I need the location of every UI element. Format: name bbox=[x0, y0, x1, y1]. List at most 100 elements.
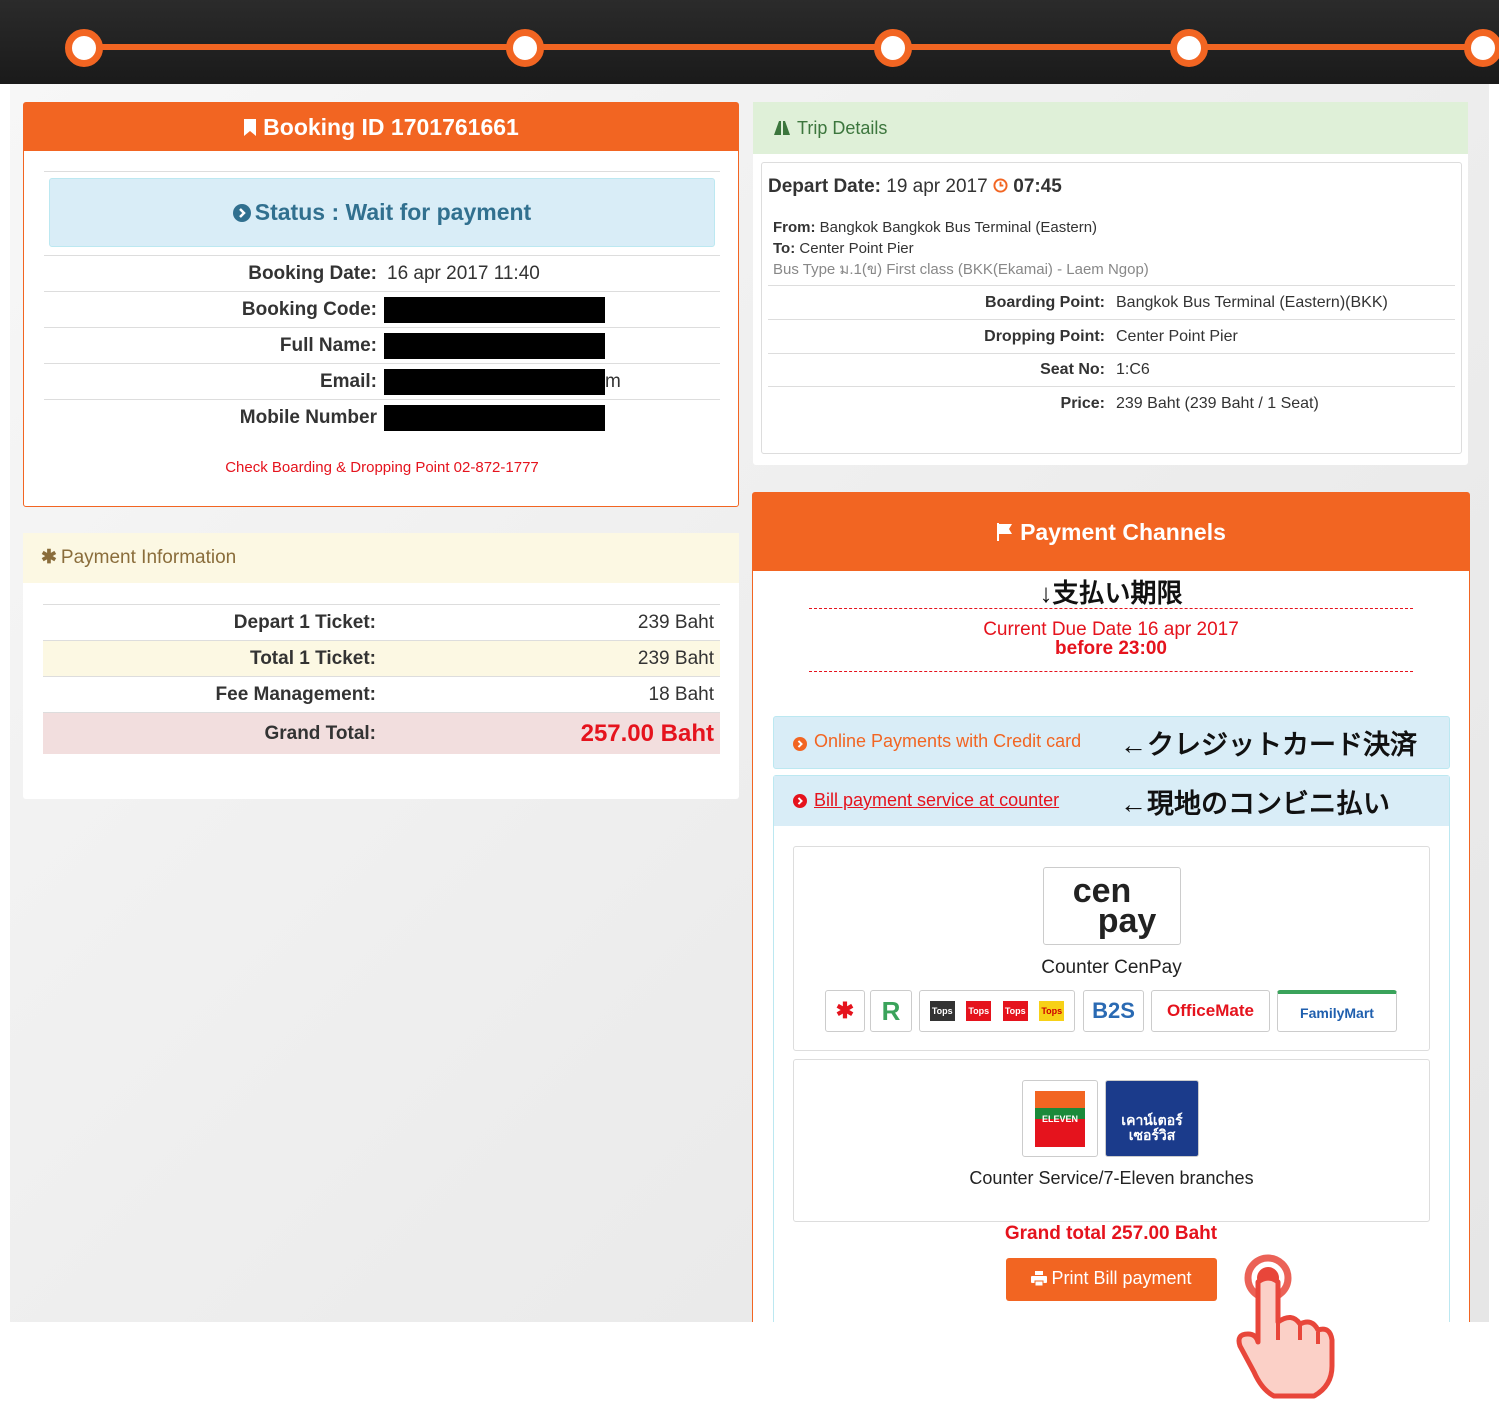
email-value-tail: m bbox=[605, 370, 621, 392]
bill-payment-link[interactable]: Bill payment service at counter bbox=[814, 790, 1059, 811]
hand-pointer-icon bbox=[1236, 1254, 1335, 1399]
payment-info-header: ✱ Payment Information bbox=[23, 533, 739, 583]
progress-step-5 bbox=[1464, 29, 1499, 67]
to-line: To: Center Point Pier bbox=[773, 238, 1149, 259]
robinson-logo: R bbox=[870, 990, 912, 1032]
online-payment-option[interactable]: Online Payments with Credit card ←クレジットカ… bbox=[773, 716, 1450, 769]
chevron-right-circle-icon bbox=[232, 204, 251, 222]
progress-line bbox=[84, 44, 1484, 50]
email-redacted bbox=[384, 368, 605, 395]
price-row: Price: 239 Baht (239 Baht / 1 Seat) bbox=[768, 386, 1455, 420]
fee-row: Fee Management: 18 Baht bbox=[43, 676, 720, 712]
print-bill-label: Print Bill payment bbox=[1051, 1268, 1192, 1288]
booking-date-value: 16 apr 2017 11:40 bbox=[387, 262, 540, 284]
bill-payment-option[interactable]: Bill payment service at counter ←現地のコンビニ… bbox=[774, 776, 1449, 826]
from-line: From: Bangkok Bangkok Bus Terminal (East… bbox=[773, 217, 1149, 238]
depart-date-label: Depart Date: bbox=[768, 176, 881, 197]
mobile-row: Mobile Number bbox=[44, 399, 720, 435]
payment-info-panel: ✱ Payment Information Depart 1 Ticket: 23… bbox=[23, 533, 739, 799]
bus-type: Bus Type ม.1(ข) First class (BKK(Ekamai)… bbox=[773, 261, 1149, 278]
dropping-point-row: Dropping Point: Center Point Pier bbox=[768, 319, 1455, 353]
familymart-logo: FamilyMart bbox=[1277, 990, 1397, 1032]
depart-ticket-label: Depart 1 Ticket: bbox=[233, 611, 376, 633]
email-label: Email: bbox=[319, 370, 377, 392]
status-text: Status : Wait for payment bbox=[254, 199, 532, 225]
progress-step-1 bbox=[65, 29, 103, 67]
depart-date-line: Depart Date: 19 apr 2017 07:45 bbox=[768, 176, 1062, 198]
officemate-logo: OfficeMate bbox=[1151, 990, 1270, 1032]
booking-code-redacted bbox=[384, 296, 605, 323]
depart-ticket-value: 239 Baht bbox=[637, 611, 714, 633]
booking-panel: Booking ID 1701761661 Status : Wait for … bbox=[23, 102, 739, 507]
grand-total-row: Grand Total: 257.00 Baht bbox=[43, 712, 720, 754]
seven-eleven-logo: ELEVEN bbox=[1022, 1080, 1098, 1157]
cenpay-caption: Counter CenPay bbox=[1041, 957, 1182, 978]
tops-logo-1: Tops bbox=[929, 1001, 955, 1021]
booking-code-row: Booking Code: bbox=[44, 291, 720, 327]
payment-info-title: Payment Information bbox=[60, 547, 237, 568]
asterisk-icon: ✱ bbox=[41, 547, 57, 568]
dropping-point-value: Center Point Pier bbox=[1116, 327, 1238, 345]
boarding-check-note: Check Boarding & Dropping Point 02-872-1… bbox=[225, 459, 539, 476]
mobile-label: Mobile Number bbox=[239, 406, 377, 428]
due-date-text: Current Due Date 16 apr 2017 bbox=[983, 619, 1239, 640]
progress-step-3 bbox=[874, 29, 912, 67]
tops-logo-4: Tops bbox=[1039, 1001, 1065, 1021]
trip-details-title: Trip Details bbox=[797, 118, 888, 138]
boarding-point-row: Boarding Point: Bangkok Bus Terminal (Ea… bbox=[768, 285, 1455, 319]
cenpay-logo: cen pay bbox=[1043, 867, 1181, 945]
seven-eleven-mark: ELEVEN bbox=[1035, 1090, 1085, 1147]
fee-value: 18 Baht bbox=[648, 683, 715, 705]
depart-date-value: 19 apr 2017 bbox=[886, 176, 988, 197]
booking-code-label: Booking Code: bbox=[241, 298, 377, 320]
payment-channels-title: Payment Channels bbox=[1020, 519, 1226, 545]
dropping-point-label: Dropping Point: bbox=[984, 327, 1105, 345]
total-ticket-row: Total 1 Ticket: 239 Baht bbox=[43, 640, 720, 676]
full-name-row: Full Name: bbox=[44, 327, 720, 363]
full-name-redacted bbox=[384, 332, 605, 359]
booking-header: Booking ID 1701761661 bbox=[24, 103, 738, 151]
flag-icon bbox=[997, 523, 1013, 541]
cenpay-box[interactable]: cen pay Counter CenPay ✱ R Tops Tops Top… bbox=[793, 846, 1430, 1051]
boarding-point-label: Boarding Point: bbox=[985, 293, 1105, 311]
trip-details-panel: Trip Details Depart Date: 19 apr 2017 07… bbox=[753, 102, 1468, 465]
print-bill-button[interactable]: Print Bill payment bbox=[1006, 1258, 1217, 1301]
depart-time-value: 07:45 bbox=[1013, 176, 1062, 197]
total-ticket-value: 239 Baht bbox=[637, 647, 714, 669]
tops-logo-3: Tops bbox=[1002, 1001, 1028, 1021]
due-time-text: before 23:00 bbox=[1055, 638, 1167, 659]
central-logo: ✱ bbox=[825, 990, 865, 1032]
progress-step-2 bbox=[506, 29, 544, 67]
to-label: To: bbox=[773, 240, 796, 257]
cenpay-logo-bottom: pay bbox=[1097, 902, 1157, 940]
tops-logo-2: Tops bbox=[966, 1001, 992, 1021]
price-label: Price: bbox=[1060, 394, 1105, 412]
payment-channels-panel: Payment Channels ↓支払い期限 Current Due Date… bbox=[752, 492, 1470, 1335]
seat-row: Seat No: 1:C6 bbox=[768, 353, 1455, 386]
counter-service-box[interactable]: ELEVEN เคาน์เตอร์ เซอร์วิส Counter Servi… bbox=[793, 1059, 1430, 1222]
status-box: Status : Wait for payment bbox=[49, 178, 715, 247]
clock-icon bbox=[993, 178, 1008, 193]
from-label: From: bbox=[773, 219, 816, 236]
booking-date-label: Booking Date: bbox=[248, 262, 377, 284]
seat-value: 1:C6 bbox=[1116, 361, 1150, 378]
full-name-label: Full Name: bbox=[279, 334, 377, 356]
depart-ticket-row: Depart 1 Ticket: 239 Baht bbox=[43, 604, 720, 640]
due-date-box: Current Due Date 16 apr 2017 before 23:0… bbox=[809, 608, 1413, 672]
from-value: Bangkok Bangkok Bus Terminal (Eastern) bbox=[819, 219, 1098, 236]
convenience-store-annotation: ←現地のコンビニ払い bbox=[1120, 789, 1390, 819]
chevron-right-circle-icon bbox=[793, 737, 807, 751]
total-ticket-label: Total 1 Ticket: bbox=[250, 647, 376, 669]
email-row: Email: m bbox=[44, 363, 720, 399]
online-payment-link[interactable]: Online Payments with Credit card bbox=[814, 731, 1081, 752]
deadline-annotation: ↓支払い期限 bbox=[1039, 578, 1183, 608]
price-value: 239 Baht (239 Baht / 1 Seat) bbox=[1116, 394, 1319, 412]
progress-step-4 bbox=[1170, 29, 1208, 67]
road-icon bbox=[774, 121, 790, 135]
counter-service-caption: Counter Service/7-Eleven branches bbox=[969, 1168, 1254, 1188]
mobile-redacted bbox=[384, 404, 605, 431]
fee-label: Fee Management: bbox=[215, 683, 376, 705]
grand-total-label: Grand Total: bbox=[264, 722, 376, 744]
seat-label: Seat No: bbox=[1040, 361, 1105, 378]
tops-logos: Tops Tops Tops Tops bbox=[919, 990, 1075, 1032]
